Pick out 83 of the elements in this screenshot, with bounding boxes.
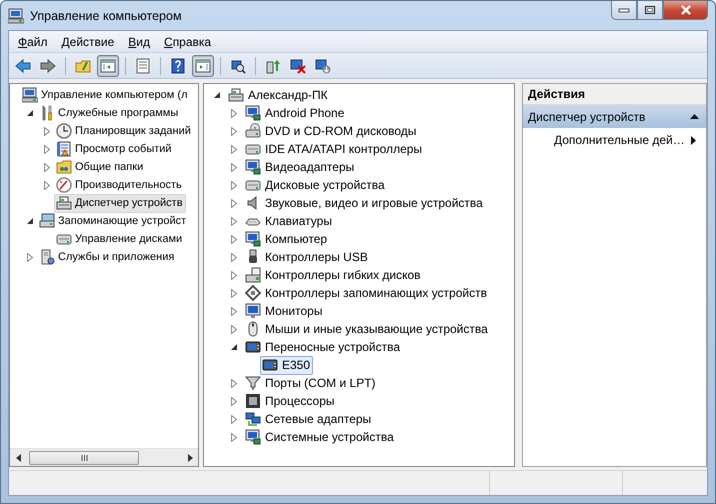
disable-icon [290,58,306,74]
tree-item[interactable]: Сетевые адаптеры [243,410,374,428]
toolbar-button[interactable] [97,54,119,76]
gauge-icon [56,177,72,193]
tree-item[interactable]: Дисковые устройства [243,176,388,194]
tree-item[interactable]: Процессоры [243,392,338,410]
tree-item[interactable]: Общие папки [54,158,146,176]
tree-item[interactable]: Контроллеры USB [243,248,371,266]
tree-item[interactable]: Android Phone [243,104,348,122]
folder-icon [75,58,91,74]
monitor-icon [245,429,261,445]
scroll-thumb[interactable] [29,450,139,464]
tree-item[interactable]: Видеоадаптеры [243,158,358,176]
tree-item[interactable]: Управление дисками [54,230,186,248]
minimize-icon [618,7,630,13]
clock-icon [56,123,72,139]
submenu-arrow-icon [691,136,696,144]
tree-item[interactable]: Диспетчер устройств [54,194,186,212]
tree-item[interactable]: Служебные программы [37,104,182,122]
tree-item[interactable]: Порты (COM и LPT) [243,374,379,392]
close-button[interactable] [663,1,708,20]
menu-item[interactable]: Справка [157,32,218,50]
back-icon [15,58,31,74]
tree-item[interactable]: Мониторы [243,302,326,320]
monitor-icon [245,231,261,247]
tree-item[interactable]: Александр-ПК [226,86,331,104]
monitor-icon [245,303,261,319]
toolbar-button[interactable] [192,54,214,76]
tree-item[interactable]: Просмотр событий [54,140,175,158]
portable-device-icon [262,357,278,373]
menu-item[interactable]: Действие [54,32,122,50]
panel-icon [195,58,211,74]
help-icon [170,58,186,74]
uninstall-icon [315,58,331,74]
computer-icon [8,8,24,24]
tree-item[interactable]: Контроллеры запоминающих устройств [243,284,490,302]
network-icon [245,411,261,427]
log-icon [56,141,72,157]
tree-item[interactable]: Управление компьютером (л [20,86,190,104]
tree-item[interactable]: Звуковые, видео и игровые устройства [243,194,486,212]
tree-item[interactable]: IDE ATA/ATAPI контроллеры [243,140,426,158]
storage-icon [39,213,55,229]
portable-device-icon [245,339,261,355]
actions-section-header[interactable]: Диспетчер устройств [523,105,706,128]
menu-item[interactable]: Вид [121,32,158,50]
panel-icon [100,58,116,74]
monitor-icon [245,105,261,121]
tree-item[interactable]: Компьютер [243,230,330,248]
caret-icon [690,114,699,119]
tree-item[interactable]: Производительность [54,176,185,194]
tree-item[interactable]: Клавиатуры [243,212,335,230]
tree-item[interactable]: Запоминающие устройст [37,212,190,230]
floppy-drive-icon [245,267,261,283]
tree-item[interactable]: Контроллеры гибких дисков [243,266,424,284]
tree-item[interactable]: DVD и CD-ROM дисководы [243,122,420,140]
minimize-button[interactable] [611,1,637,20]
horizontal-scrollbar[interactable] [10,448,198,466]
tree-item[interactable]: Службы и приложения [37,248,178,266]
tree-item[interactable]: Переносные устройства [243,338,404,356]
server-icon [39,249,55,265]
maximize-icon [644,5,656,15]
forward-icon [40,58,56,74]
folder-icon [56,159,72,175]
scan-icon [230,58,246,74]
left-arrow-icon [16,454,20,462]
tree-item[interactable]: Системные устройства [243,428,397,446]
properties-icon [135,58,151,74]
monitor-icon [245,159,261,175]
tree-item[interactable]: E350 [260,356,314,374]
close-icon [680,5,692,15]
tree-item[interactable]: Мыши и иные указывающие устройства [243,320,491,338]
action-link[interactable]: Дополнительные дей… [554,133,691,147]
update-icon [265,58,281,74]
actions-header: Действия [523,84,706,105]
computer-icon [22,87,38,103]
processor-icon [245,393,261,409]
tree-item[interactable]: Планировщик заданий [54,122,194,140]
menu-item[interactable]: Файл [11,32,55,50]
maximize-button[interactable] [637,1,663,20]
window-title: Управление компьютером [30,8,182,22]
port-icon [245,375,261,391]
disc-drive-icon [245,123,261,139]
right-arrow-icon [188,454,192,462]
